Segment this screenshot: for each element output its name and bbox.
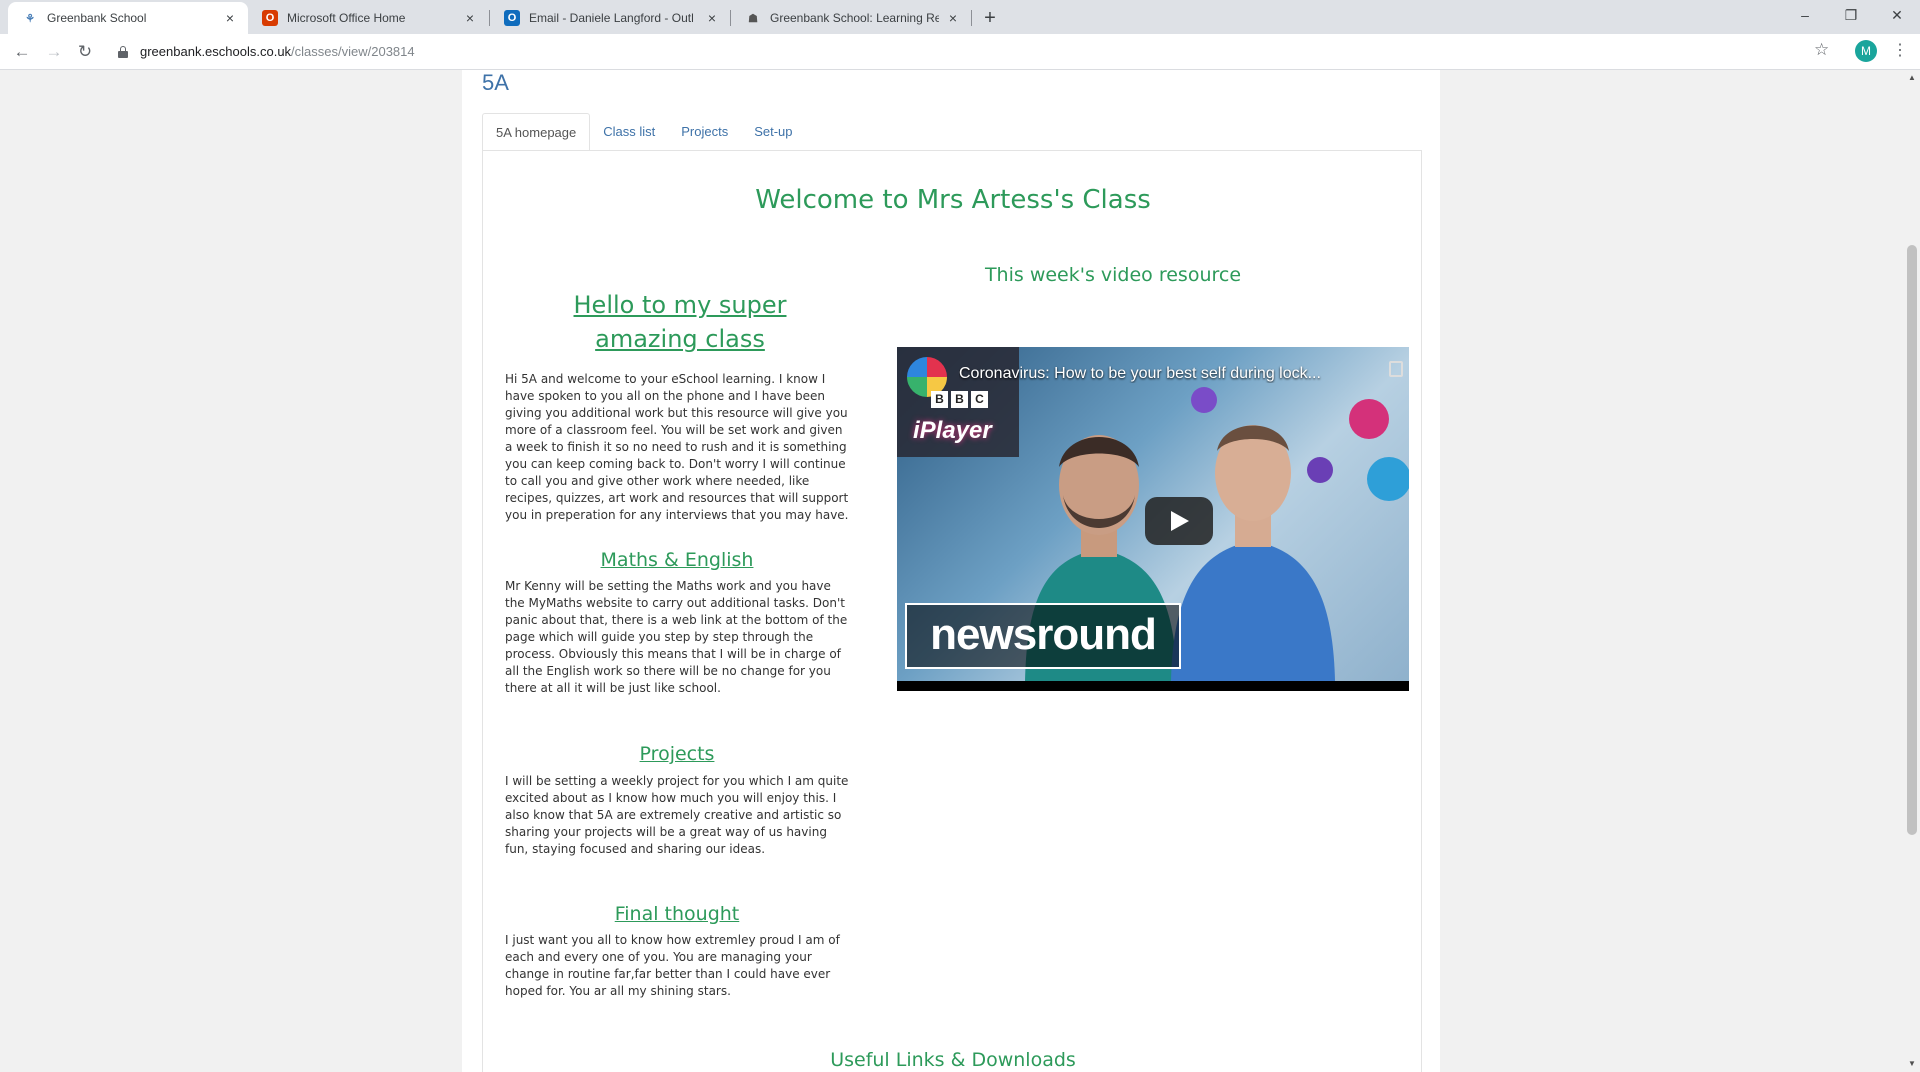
school-favicon-icon: ⚘	[25, 12, 35, 25]
minimize-button[interactable]: –	[1782, 0, 1828, 30]
video-bottom-bar	[897, 681, 1409, 691]
welcome-heading: Welcome to Mrs Artess's Class	[755, 185, 1151, 215]
bookmark-star-icon[interactable]: ☆	[1814, 40, 1829, 60]
maths-english-paragraph: Mr Kenny will be setting the Maths work …	[505, 579, 848, 695]
tab-separator	[971, 10, 972, 26]
projects-paragraph: I will be setting a weekly project for y…	[505, 774, 849, 856]
bbc-iplayer-badge: B B C iPlayer	[897, 347, 1019, 457]
tab-projects[interactable]: Projects	[668, 113, 741, 151]
tab-greenbank-school[interactable]: ⚘ Greenbank School ×	[8, 2, 248, 34]
tab-setup[interactable]: Set-up	[741, 113, 805, 151]
bbc-letter: B	[931, 391, 948, 408]
reload-icon[interactable]: ↻	[71, 38, 99, 66]
useful-links-heading: Useful Links & Downloads	[830, 1049, 1076, 1071]
forward-arrow-icon[interactable]: →	[40, 38, 68, 66]
maximize-button[interactable]: ❐	[1828, 0, 1874, 30]
bbc-logo: B B C	[931, 391, 988, 408]
tab-learning-resources[interactable]: ☗ Greenbank School: Learning Res ×	[731, 2, 971, 34]
tab-title: Email - Daniele Langford - Outl	[529, 11, 694, 25]
back-arrow-icon[interactable]: ←	[8, 38, 36, 66]
url-host: greenbank.eschools.co.uk	[140, 44, 292, 59]
projects-heading: Projects	[639, 743, 715, 765]
final-thought-heading: Final thought	[614, 903, 740, 925]
hello-heading: Hello to my super amazing class	[573, 291, 787, 353]
video-heading: This week's video resource	[984, 264, 1242, 286]
new-tab-button[interactable]: +	[976, 4, 1004, 32]
page-scrollbar[interactable]: ▲ ▼	[1904, 70, 1920, 1072]
intro-paragraph: Hi 5A and welcome to your eSchool learni…	[505, 372, 849, 522]
bbc-letter: B	[951, 391, 968, 408]
tab-title: Greenbank School: Learning Res	[770, 11, 939, 25]
close-tab-icon[interactable]: ×	[704, 10, 720, 26]
class-card: 5A 5A homepage Class list Projects Set-u…	[462, 70, 1440, 1072]
tab-title: Greenbank School	[47, 11, 147, 25]
tab-email[interactable]: O Email - Daniele Langford - Outl ×	[490, 2, 730, 34]
profile-avatar[interactable]: M	[1855, 40, 1877, 62]
play-icon	[1171, 511, 1189, 531]
address-bar[interactable]: greenbank.eschools.co.uk/classes/view/20…	[140, 44, 415, 59]
office-icon: O	[262, 10, 278, 26]
decorative-bubble	[1367, 457, 1409, 501]
page-viewport: 5A 5A homepage Class list Projects Set-u…	[0, 70, 1904, 1072]
menu-dots-icon[interactable]: ⋮	[1892, 40, 1908, 60]
close-tab-icon[interactable]: ×	[945, 10, 961, 26]
video-embed[interactable]: B B C iPlayer Coronavirus: How to be you…	[897, 347, 1409, 691]
video-title[interactable]: Coronavirus: How to be your best self du…	[959, 365, 1379, 383]
close-tab-icon[interactable]: ×	[462, 10, 478, 26]
tab-homepage[interactable]: 5A homepage	[482, 113, 591, 151]
close-window-button[interactable]: ✕	[1874, 0, 1920, 30]
homepage-content: Welcome to Mrs Artess's Class This week'…	[482, 150, 1422, 1072]
iplayer-logo: iPlayer	[913, 417, 992, 444]
tab-strip: ⚘ Greenbank School × O Microsoft Office …	[0, 0, 1920, 34]
lock-icon[interactable]	[118, 46, 128, 58]
maths-english-heading: Maths & English	[600, 549, 754, 571]
url-path: /classes/view/203814	[291, 44, 415, 59]
scroll-thumb[interactable]	[1907, 245, 1917, 835]
tab-class-list[interactable]: Class list	[590, 113, 668, 151]
watch-later-icon[interactable]	[1389, 361, 1403, 377]
decorative-bubble	[1349, 399, 1389, 439]
bbc-letter: C	[971, 391, 988, 408]
tab-title: Microsoft Office Home	[287, 11, 406, 25]
class-tabs: 5A homepage Class list Projects Set-up	[482, 113, 806, 151]
scroll-down-arrow-icon[interactable]: ▼	[1904, 1056, 1920, 1072]
close-tab-icon[interactable]: ×	[222, 10, 238, 26]
learning-icon: ☗	[748, 12, 758, 25]
tab-office-home[interactable]: O Microsoft Office Home ×	[248, 2, 488, 34]
outlook-icon: O	[504, 10, 520, 26]
newsround-logo: newsround	[905, 603, 1181, 669]
scroll-up-arrow-icon[interactable]: ▲	[1904, 70, 1920, 86]
class-name: 5A	[482, 70, 509, 95]
final-thought-paragraph: I just want you all to know how extremle…	[505, 933, 840, 998]
play-button[interactable]	[1145, 497, 1213, 545]
